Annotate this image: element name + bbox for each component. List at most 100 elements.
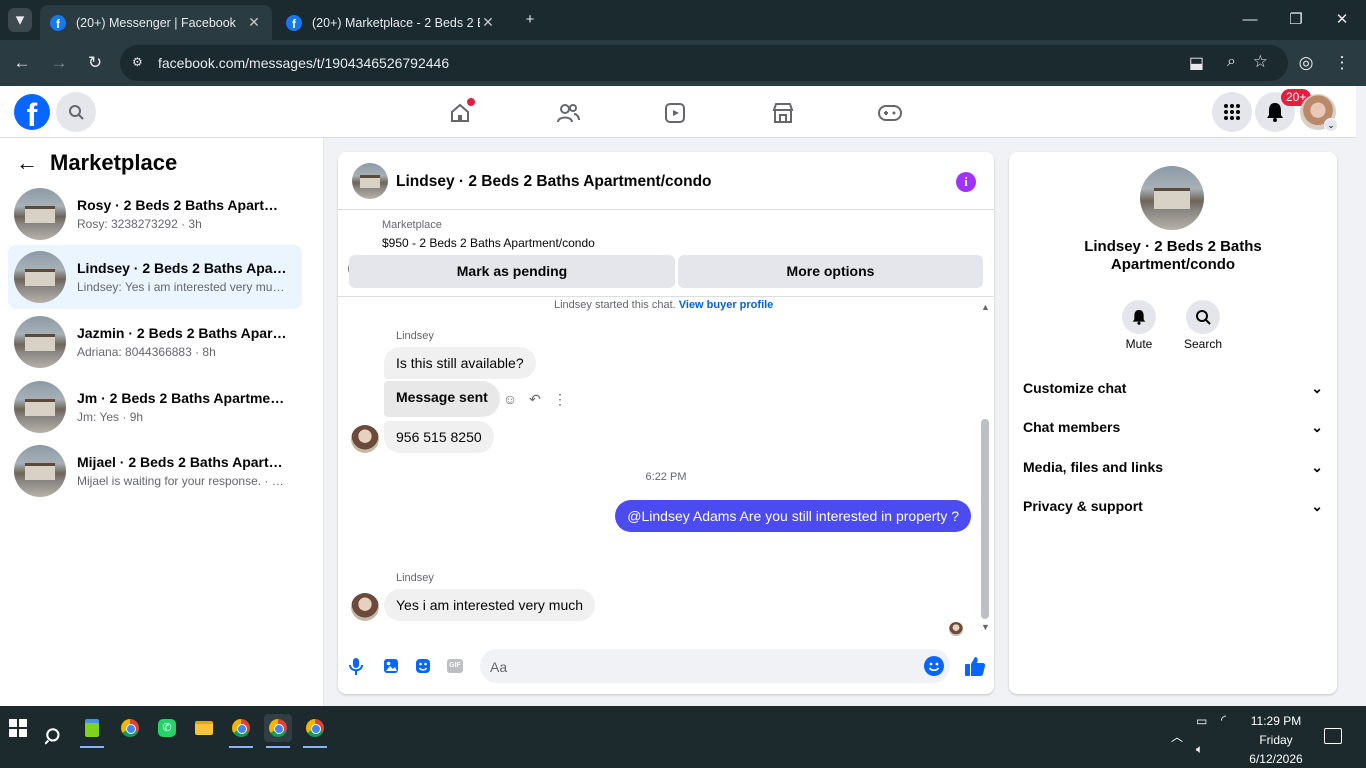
close-window-icon[interactable]: ✕ <box>1330 8 1354 32</box>
listing-divider <box>338 296 994 297</box>
listing-title[interactable]: $950 - 2 Beds 2 Baths Apartment/condo <box>382 236 595 250</box>
message-bubble[interactable]: Is this still available? <box>384 347 536 379</box>
site-info-icon[interactable]: ⚙ <box>132 55 148 71</box>
home-notification-dot <box>467 98 475 106</box>
chrome-app-icon-active[interactable] <box>264 714 292 748</box>
bell-icon <box>1267 103 1283 122</box>
chat-scrollbar[interactable]: ▲ ▼ <box>979 302 991 632</box>
section-label: Chat members <box>1023 419 1121 435</box>
emoji-icon[interactable] <box>924 656 944 676</box>
facebook-logo-icon[interactable]: f <box>14 94 50 130</box>
conversation-item[interactable]: Mijael · 2 Beds 2 Baths Apartment/condo M… <box>8 441 302 501</box>
message-bubble[interactable]: Yes i am interested very much <box>384 589 596 621</box>
tab-marketplace[interactable]: f (20+) Marketplace - 2 Beds 2 Ba ✕ <box>276 5 506 40</box>
mute-label: Mute <box>1125 337 1153 351</box>
scroll-down-icon[interactable]: ▼ <box>981 622 990 632</box>
photo-icon[interactable] <box>383 658 399 679</box>
chrome-app-icon[interactable] <box>227 714 255 748</box>
video-nav-icon[interactable] <box>662 100 688 126</box>
search-icon[interactable] <box>40 722 68 750</box>
close-tab-icon[interactable]: ✕ <box>246 14 262 31</box>
reload-icon[interactable]: ↻ <box>83 51 107 75</box>
message-input[interactable]: Aa <box>480 649 950 683</box>
tab-search-icon[interactable]: ▾ <box>8 8 32 32</box>
tab-messenger[interactable]: f (20+) Messenger | Facebook ✕ <box>40 5 272 40</box>
chevron-down-icon: ⌄ <box>1311 497 1323 514</box>
notification-center-icon[interactable] <box>1324 728 1342 744</box>
info-icon[interactable]: i <box>956 172 976 192</box>
conversation-title: Lindsey · 2 Beds 2 Baths Apartment/condo <box>77 260 287 276</box>
section-label: Customize chat <box>1023 380 1127 396</box>
outgoing-message-bubble[interactable]: @Lindsey Adams Are you still interested … <box>615 500 971 532</box>
chat-header-avatar[interactable] <box>352 163 388 199</box>
install-app-icon[interactable]: ⬓ <box>1189 53 1204 73</box>
back-arrow-icon[interactable]: ← <box>16 152 40 176</box>
chat-header-title[interactable]: Lindsey · 2 Beds 2 Baths Apartment/condo <box>396 173 712 191</box>
search-button[interactable] <box>56 92 96 132</box>
back-icon[interactable]: ← <box>10 51 34 75</box>
close-tab-icon[interactable]: ✕ <box>480 14 496 31</box>
chat-members-row[interactable]: Chat members ⌄ <box>1023 415 1323 439</box>
profile-icon[interactable]: ◎ <box>1294 51 1318 75</box>
windows-start-icon[interactable] <box>4 714 32 742</box>
forward-icon[interactable]: → <box>47 51 71 75</box>
system-clock[interactable]: 11:29 PM Friday 6/12/2026 <box>1240 712 1312 768</box>
view-buyer-profile-link[interactable]: View buyer profile <box>679 299 774 311</box>
wifi-icon[interactable]: ◜ <box>1221 712 1226 728</box>
sticker-icon[interactable] <box>415 658 431 679</box>
home-nav-icon[interactable] <box>447 98 475 126</box>
message-bubble[interactable]: Message sent <box>384 381 500 417</box>
browser-toolbar: ← → ↻ ⚙ facebook.com/messages/t/19043465… <box>0 40 1366 86</box>
search-in-chat-button[interactable] <box>1186 300 1220 334</box>
chrome-app-icon[interactable] <box>116 714 144 742</box>
volume-icon[interactable]: 🔈︎ <box>1196 742 1203 757</box>
chat-started-text: Lindsey started this chat. <box>554 299 676 311</box>
new-tab-icon[interactable]: + <box>518 8 542 32</box>
more-actions-icon[interactable]: ⋮ <box>550 389 570 409</box>
address-bar[interactable]: ⚙ facebook.com/messages/t/19043465267924… <box>120 45 1288 81</box>
microphone-icon[interactable] <box>349 657 367 677</box>
bookmark-star-icon[interactable]: ☆ <box>1253 52 1268 72</box>
customize-chat-row[interactable]: Customize chat ⌄ <box>1023 376 1323 400</box>
battery-icon[interactable]: ▭ <box>1196 714 1207 728</box>
account-chevron-icon[interactable]: ⌄ <box>1324 118 1338 132</box>
menu-button[interactable] <box>1212 92 1252 132</box>
message-bubble[interactable]: 956 515 8250 <box>384 421 494 453</box>
maximize-icon[interactable]: ❐ <box>1284 8 1308 32</box>
whatsapp-app-icon[interactable]: ✆ <box>153 714 181 742</box>
scroll-up-icon[interactable]: ▲ <box>981 302 990 312</box>
thumbs-up-icon[interactable] <box>964 655 986 682</box>
show-hidden-icons-icon[interactable]: ︿ <box>1171 728 1183 745</box>
chat-started-notice: Lindsey started this chat. View buyer pr… <box>554 299 773 311</box>
more-options-button[interactable]: More options <box>678 255 983 288</box>
reply-icon[interactable]: ↶ <box>525 389 545 409</box>
minimize-icon[interactable]: — <box>1238 8 1262 32</box>
marketplace-nav-icon[interactable] <box>770 100 796 126</box>
listing-photo[interactable] <box>1140 166 1204 230</box>
notepad-app-icon[interactable] <box>78 714 106 748</box>
conversation-item[interactable]: Jm · 2 Beds 2 Baths Apartment/condo Jm: Y… <box>8 377 302 437</box>
mark-as-pending-button[interactable]: Mark as pending <box>349 255 675 288</box>
zoom-icon[interactable]: ⌕ <box>1227 53 1236 71</box>
clock-time: 11:29 PM <box>1250 714 1302 728</box>
mute-button[interactable] <box>1122 300 1156 334</box>
conversation-title: Jazmin · 2 Beds 2 Baths Apartment/condo <box>77 325 287 341</box>
sender-avatar[interactable] <box>351 593 379 621</box>
privacy-support-row[interactable]: Privacy & support ⌄ <box>1023 494 1323 518</box>
page-scrollbar[interactable] <box>1356 86 1366 706</box>
file-explorer-icon[interactable] <box>190 714 218 742</box>
browser-menu-icon[interactable]: ⋮ <box>1330 51 1354 75</box>
conversation-item[interactable]: Jazmin · 2 Beds 2 Baths Apartment/condo A… <box>8 312 302 372</box>
react-emoji-icon[interactable]: ☺ <box>500 389 520 409</box>
gaming-nav-icon[interactable] <box>877 100 903 126</box>
media-files-links-row[interactable]: Media, files and links ⌄ <box>1023 455 1323 479</box>
sender-avatar[interactable] <box>351 425 379 453</box>
chevron-down-icon: ⌄ <box>1311 379 1323 396</box>
conversation-item-selected[interactable]: Lindsey · 2 Beds 2 Baths Apartment/condo… <box>8 245 302 309</box>
scrollbar-thumb[interactable] <box>981 419 989 619</box>
friends-nav-icon[interactable] <box>555 100 581 126</box>
gif-icon[interactable]: GIF <box>447 659 463 673</box>
chrome-app-icon[interactable] <box>301 714 329 748</box>
conversation-item[interactable]: Rosy · 2 Beds 2 Baths Apartment/condo Ros… <box>8 184 302 244</box>
chevron-down-icon: ⌄ <box>1311 458 1323 475</box>
